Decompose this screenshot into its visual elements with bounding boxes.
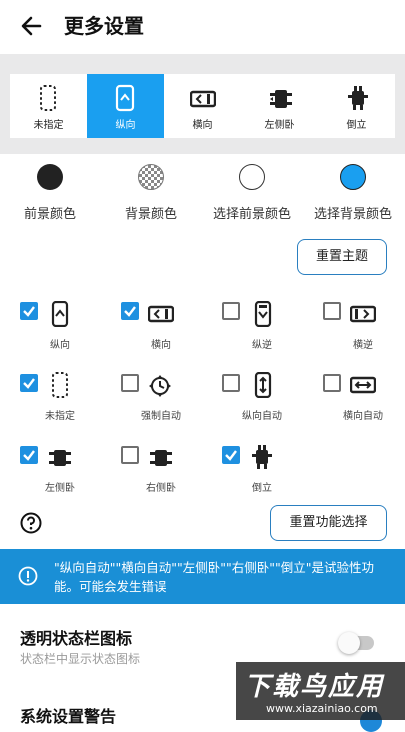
portrait-icon xyxy=(115,84,135,112)
reset-theme-button[interactable]: 重置主题 xyxy=(297,239,387,275)
function-label: 左侧卧 xyxy=(45,483,75,494)
checkbox-landscape[interactable] xyxy=(121,302,139,320)
landscape-auto-icon xyxy=(350,376,376,394)
info-icon xyxy=(18,566,38,586)
function-label: 纵向 xyxy=(50,340,70,351)
lie-left-icon xyxy=(49,450,71,466)
landscape-icon xyxy=(148,305,174,323)
transparent-status-icon-title: 透明状态栏图标 xyxy=(20,629,133,648)
banner-text: "纵向自动""横向自动""左侧卧""右侧卧""倒立"是试验性功能。可能会发生错误 xyxy=(54,560,374,594)
orientation-option-upside-down[interactable]: 倒立 xyxy=(318,74,395,138)
function-label: 纵向自动 xyxy=(242,411,282,422)
experimental-warning-banner: "纵向自动""横向自动""左侧卧""右侧卧""倒立"是试验性功能。可能会发生错误 xyxy=(0,549,405,604)
function-label: 横向 xyxy=(151,340,171,351)
watermark-title: 下载鸟应用 xyxy=(244,672,385,702)
orientation-label: 左侧卧 xyxy=(264,120,295,131)
back-arrow-icon[interactable] xyxy=(18,12,46,40)
portrait-icon xyxy=(51,301,69,327)
function-label: 横向自动 xyxy=(343,411,383,422)
orientation-option-lie-left[interactable]: 左侧卧 xyxy=(241,74,318,138)
toggle-knob[interactable] xyxy=(338,632,360,654)
select-background-swatch[interactable] xyxy=(340,164,366,190)
watermark: 下载鸟应用 www.xiazainiao.com xyxy=(236,662,405,720)
system-settings-warning-title: 系统设置警告 xyxy=(20,707,117,726)
orientation-option-portrait[interactable]: 纵向 xyxy=(87,74,164,138)
function-label: 倒立 xyxy=(252,483,272,494)
checkbox-reverse-portrait[interactable] xyxy=(222,302,240,320)
reverse-landscape-icon xyxy=(350,305,376,323)
background-color-label: 背景颜色 xyxy=(124,207,177,222)
function-label: 纵逆 xyxy=(252,340,272,351)
help-icon[interactable] xyxy=(20,512,42,534)
upside-down-icon xyxy=(348,86,368,110)
checkbox-lie-left[interactable] xyxy=(20,446,38,464)
foreground-color-swatch[interactable] xyxy=(37,164,63,190)
function-label: 横逆 xyxy=(353,340,373,351)
checkbox-landscape-auto[interactable] xyxy=(323,374,341,392)
checkbox-upside-down[interactable] xyxy=(222,446,240,464)
lie-right-icon xyxy=(150,450,172,466)
orientation-label: 倒立 xyxy=(346,120,367,131)
orientation-label: 未指定 xyxy=(33,120,64,131)
checkbox-portrait-auto[interactable] xyxy=(222,374,240,392)
force-auto-rotate-icon xyxy=(149,375,171,397)
function-label: 右侧卧 xyxy=(146,483,176,494)
reset-function-selection-button[interactable]: 重置功能选择 xyxy=(270,505,387,541)
orientation-label: 纵向 xyxy=(115,120,136,131)
transparent-status-icon-desc: 状态栏中显示状态图标 xyxy=(20,652,141,666)
portrait-auto-icon xyxy=(254,372,272,398)
landscape-icon xyxy=(190,90,216,108)
checkbox-unspecified[interactable] xyxy=(20,374,38,392)
app-header: 更多设置 xyxy=(0,0,405,54)
reverse-portrait-icon xyxy=(254,301,272,327)
orientation-selector: 未指定 纵向 横向 左侧卧 倒立 xyxy=(10,74,395,138)
checkbox-portrait[interactable] xyxy=(20,302,38,320)
page-title: 更多设置 xyxy=(64,14,144,38)
orientation-label: 横向 xyxy=(192,120,213,131)
orientation-option-unspecified[interactable]: 未指定 xyxy=(10,74,87,138)
checkbox-reverse-landscape[interactable] xyxy=(323,302,341,320)
function-label: 未指定 xyxy=(45,411,75,422)
upside-down-icon xyxy=(252,445,272,469)
orientation-option-landscape[interactable]: 横向 xyxy=(164,74,241,138)
select-foreground-label: 选择前景颜色 xyxy=(212,207,291,222)
checkbox-lie-right[interactable] xyxy=(121,446,139,464)
orientation-section: 未指定 纵向 横向 左侧卧 倒立 xyxy=(0,54,405,154)
function-label: 强制自动 xyxy=(141,411,181,422)
watermark-url: www.xiazainiao.com xyxy=(266,702,378,715)
select-foreground-swatch[interactable] xyxy=(239,164,265,190)
checkbox-force-auto[interactable] xyxy=(121,374,139,392)
background-color-swatch[interactable] xyxy=(138,164,164,190)
lie-left-icon xyxy=(270,90,292,108)
select-background-label: 选择背景颜色 xyxy=(313,207,392,222)
unspecified-icon xyxy=(40,85,56,111)
foreground-color-label: 前景颜色 xyxy=(23,207,76,222)
unspecified-icon xyxy=(52,372,68,398)
